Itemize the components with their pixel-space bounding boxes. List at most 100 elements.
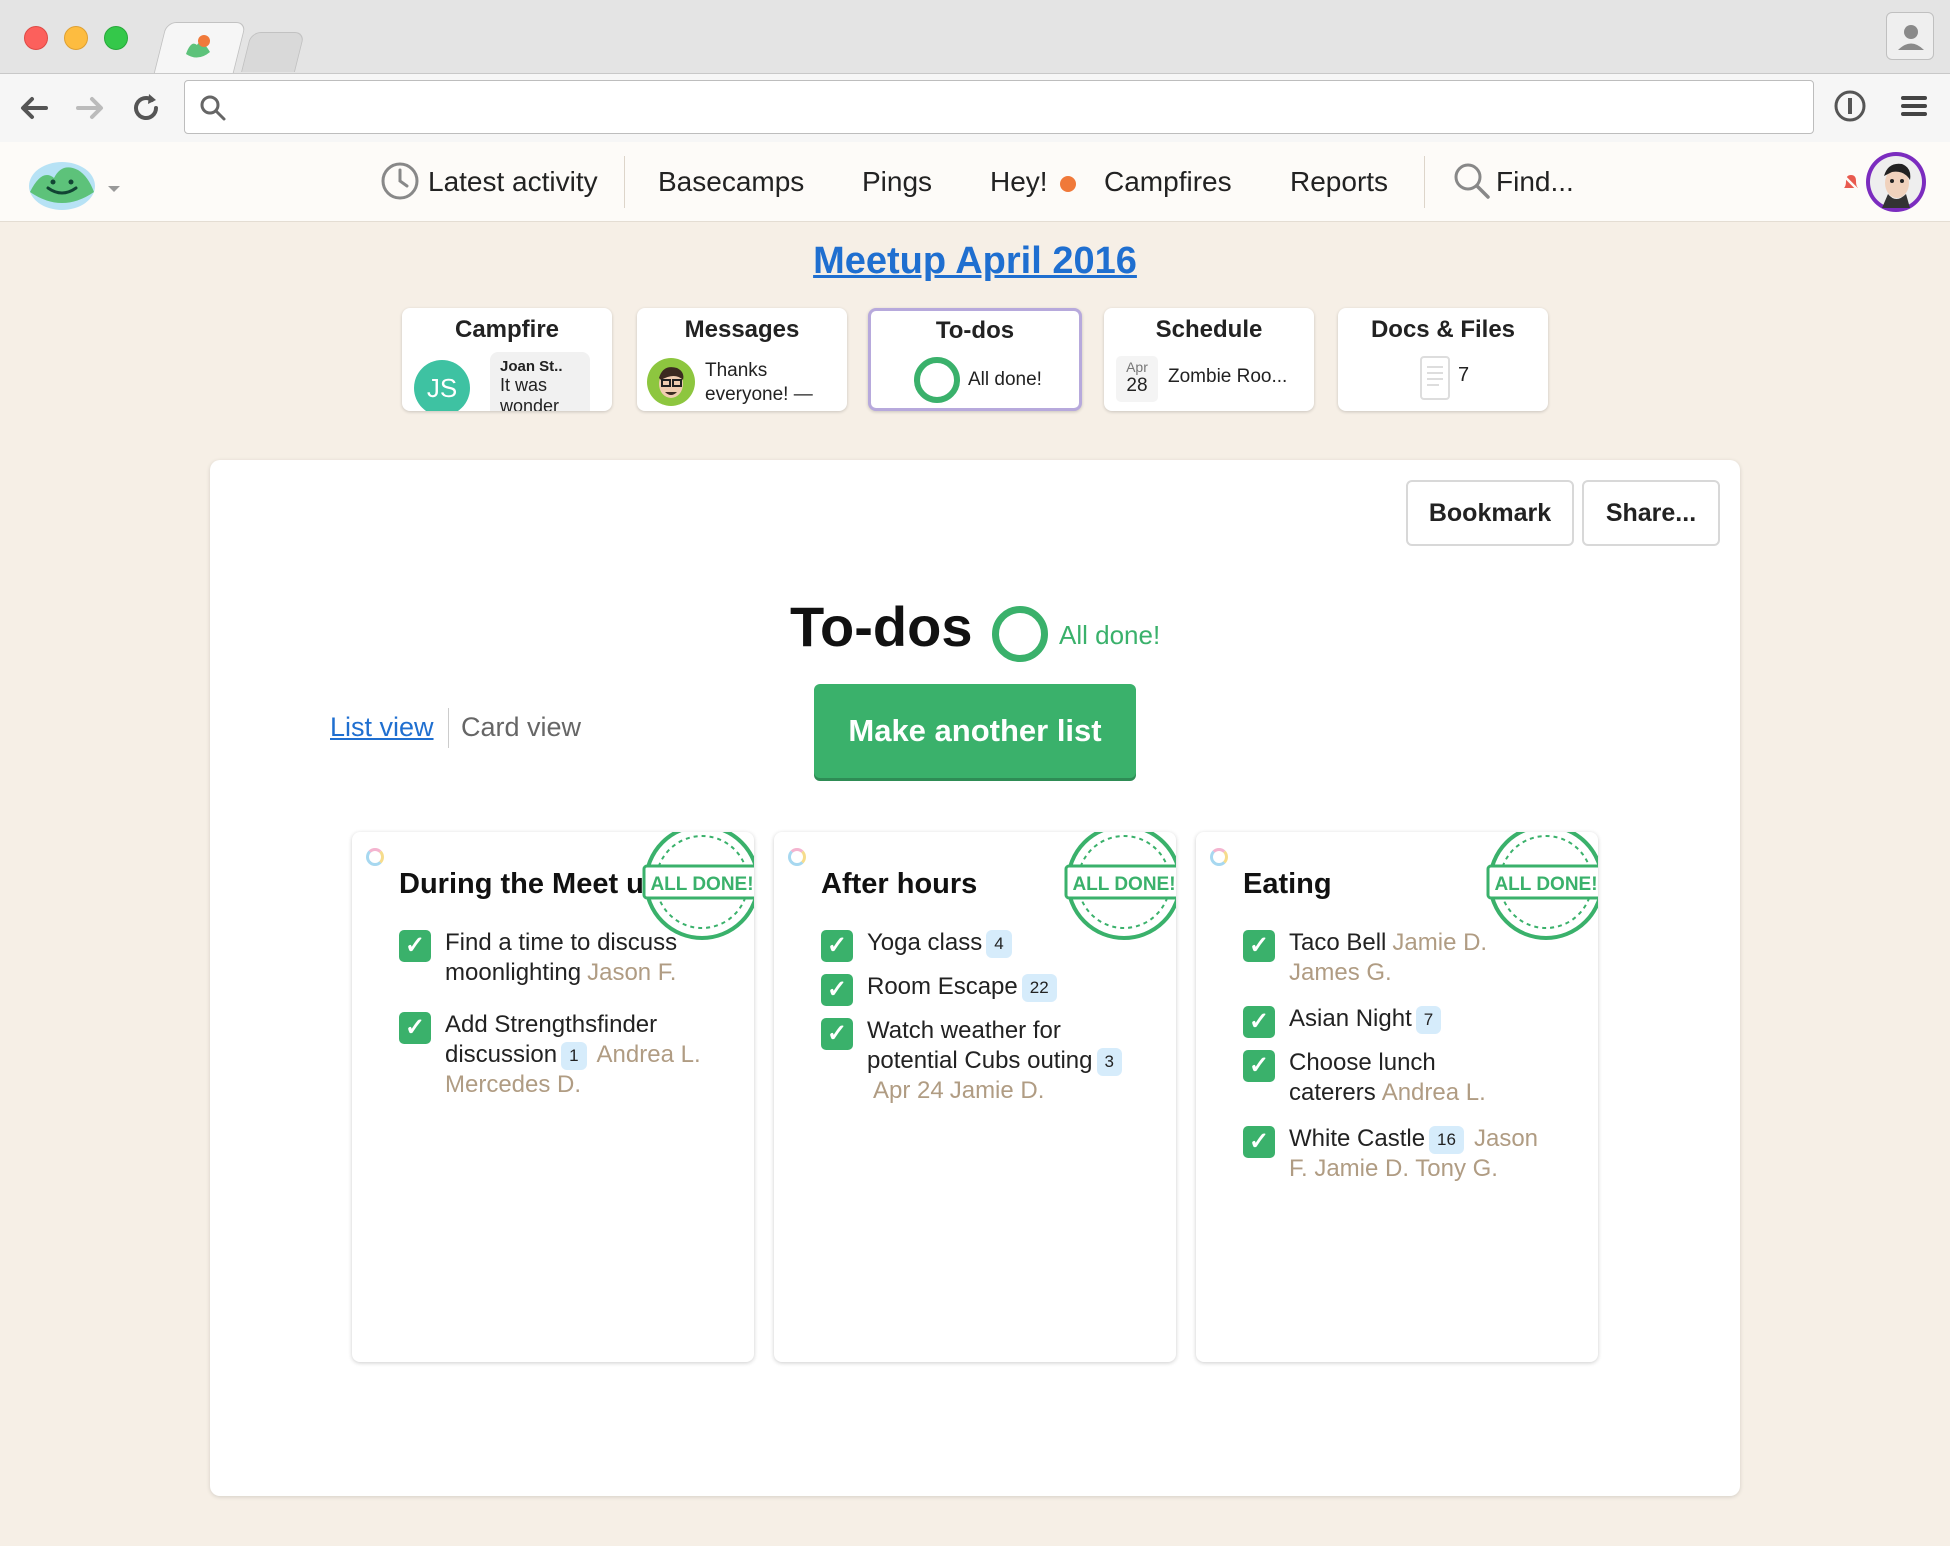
campfire-line: wonder <box>500 396 560 411</box>
todos-status: All done! <box>1059 620 1161 650</box>
checkbox-checked-icon[interactable]: ✓ <box>399 930 431 962</box>
close-window-button[interactable] <box>24 26 48 50</box>
todo-list-title[interactable]: Eating <box>1243 868 1332 901</box>
todo-item[interactable]: ✓ Asian Night 7 <box>1243 1004 1563 1038</box>
todo-list-card[interactable]: Eating ALL DONE! ✓ Taco Bell Jamie D. Jame… <box>1196 832 1598 1362</box>
nav-latest-activity-label: Latest activity <box>428 166 598 197</box>
todo-assignees: Jason F. <box>587 959 677 986</box>
tool-card-messages[interactable]: Messages Thanks everyone! — <box>637 308 847 411</box>
checkbox-checked-icon[interactable]: ✓ <box>821 1018 853 1050</box>
checkbox-checked-icon[interactable]: ✓ <box>1243 1050 1275 1082</box>
card-view-link[interactable]: Card view <box>461 712 581 743</box>
nav-hey[interactable]: Hey! <box>990 142 1076 222</box>
checkbox-checked-icon[interactable]: ✓ <box>1243 930 1275 962</box>
reload-button[interactable] <box>128 90 164 126</box>
project-title-link[interactable]: Meetup April 2016 <box>0 240 1950 283</box>
comment-count-badge[interactable]: 4 <box>986 929 1012 958</box>
progress-ring-icon <box>366 848 384 866</box>
docs-count: 7 <box>1458 364 1470 386</box>
tool-card-title: To-dos <box>935 317 1015 344</box>
search-icon <box>200 95 226 121</box>
list-view-link[interactable]: List view <box>330 712 434 743</box>
arrow-right-icon <box>76 97 103 119</box>
bookmark-button[interactable]: Bookmark <box>1406 480 1574 546</box>
schedule-event: Zombie Roo... <box>1168 366 1288 387</box>
todo-item[interactable]: ✓ Taco Bell Jamie D. James G. <box>1243 928 1563 988</box>
todo-list-title[interactable]: During the Meet up <box>399 868 662 901</box>
tool-card-title: Schedule <box>1155 316 1263 343</box>
comment-count-badge[interactable]: 3 <box>1096 1047 1122 1076</box>
tool-card-campfire[interactable]: Campfire JS Joan St.. It was wonder <box>402 308 612 411</box>
campfire-line: It was <box>500 375 548 395</box>
tool-card-todos[interactable]: To-dos All done! <box>868 308 1082 411</box>
todo-items: ✓ Taco Bell Jamie D. James G. ✓ Asian Night… <box>1243 928 1563 1206</box>
todo-item[interactable]: ✓ Watch weather for potential Cubs outing… <box>821 1016 1141 1106</box>
back-button[interactable] <box>16 90 52 126</box>
comment-count-badge[interactable]: 7 <box>1415 1005 1442 1034</box>
nav-campfires[interactable]: Campfires <box>1104 142 1232 222</box>
nav-divider <box>1424 156 1425 208</box>
tool-card-docs-files[interactable]: Docs & Files 7 <box>1338 308 1548 411</box>
nav-latest-activity[interactable]: Latest activity <box>380 142 598 222</box>
checkbox-checked-icon[interactable]: ✓ <box>399 1012 431 1044</box>
campfire-preview-bubble: Joan St.. It was wonder <box>490 352 590 411</box>
minimize-window-button[interactable] <box>64 26 88 50</box>
todo-item[interactable]: ✓ Yoga class 4 <box>821 928 1141 962</box>
password-manager-button[interactable] <box>1832 88 1868 124</box>
arrow-left-icon <box>21 97 48 119</box>
nav-pings[interactable]: Pings <box>862 142 932 222</box>
checkbox-checked-icon[interactable]: ✓ <box>1243 1126 1275 1158</box>
address-bar[interactable] <box>184 80 1814 134</box>
todo-item[interactable]: ✓ White Castle 16 Jason F. Jamie D. Tony G. <box>1243 1124 1563 1184</box>
todo-item[interactable]: ✓ Room Escape 22 <box>821 972 1141 1006</box>
basecamp-favicon-icon <box>186 35 210 58</box>
forward-button[interactable] <box>72 90 108 126</box>
todo-item-text: Watch weather for potential Cubs outing <box>867 1017 1093 1074</box>
nav-find[interactable]: Find... <box>1452 142 1574 222</box>
comment-count-badge[interactable]: 1 <box>561 1041 587 1070</box>
todo-assignees: Andrea L. <box>1381 1079 1486 1106</box>
avatar: JS <box>414 360 470 411</box>
todo-items: ✓ Yoga class 4 ✓ Room Escape 22 ✓ Watch weath… <box>821 928 1141 1128</box>
todos-status: All done! <box>968 369 1042 390</box>
profile-button[interactable] <box>1886 12 1934 60</box>
comment-count-badge[interactable]: 16 <box>1429 1125 1464 1154</box>
todo-list-title[interactable]: After hours <box>821 868 977 901</box>
comment-count-badge[interactable]: 22 <box>1021 973 1057 1002</box>
nav-basecamps[interactable]: Basecamps <box>658 142 804 222</box>
tool-card-schedule[interactable]: Schedule Apr 28 Zombie Roo... <box>1104 308 1314 411</box>
app-navigation: Latest activity Basecamps Pings Hey! Cam… <box>0 142 1950 222</box>
nav-reports[interactable]: Reports <box>1290 142 1388 222</box>
todo-item-text: Room Escape <box>867 973 1018 1000</box>
message-preview-line: Thanks <box>705 360 768 381</box>
browser-menu-button[interactable] <box>1896 88 1932 124</box>
checkbox-checked-icon[interactable]: ✓ <box>1243 1006 1275 1038</box>
todo-list-card[interactable]: After hours ALL DONE! ✓ Yoga class 4 ✓ Room… <box>774 832 1176 1362</box>
password-icon <box>1834 90 1866 122</box>
todo-item-text: White Castle <box>1289 1125 1426 1152</box>
checkbox-checked-icon[interactable]: ✓ <box>821 930 853 962</box>
all-done-stamp-icon: ALL DONE! <box>1064 832 1176 940</box>
notifications-muted-icon[interactable] <box>1840 172 1862 194</box>
todo-item[interactable]: ✓ Find a time to discuss moonlighting Jaso… <box>399 928 719 988</box>
make-another-list-button[interactable]: Make another list <box>814 684 1136 778</box>
share-button[interactable]: Share... <box>1582 480 1720 546</box>
calendar-month: Apr <box>1126 359 1148 375</box>
calendar-date-badge: Apr 28 <box>1116 356 1158 402</box>
page-title: To-dos <box>790 595 973 658</box>
todo-item[interactable]: ✓ Choose lunch caterers Andrea L. <box>1243 1048 1563 1108</box>
nav-hey-label: Hey! <box>990 166 1048 197</box>
campfire-author: Joan St.. <box>500 358 563 375</box>
all-done-stamp-icon: ALL DONE! <box>1486 832 1598 940</box>
home-logo-button[interactable] <box>26 152 126 212</box>
tool-card-title: Messages <box>684 316 800 343</box>
todo-list-card[interactable]: During the Meet up ALL DONE! ✓ Find a tim… <box>352 832 754 1362</box>
todo-item[interactable]: ✓ Add Strengthsfinder discussion 1 Andrea L… <box>399 1010 719 1100</box>
user-avatar[interactable] <box>1866 152 1926 212</box>
chevron-down-icon <box>108 186 120 192</box>
reload-icon <box>134 94 158 120</box>
checkbox-checked-icon[interactable]: ✓ <box>821 974 853 1006</box>
stamp-label: ALL DONE! <box>1072 874 1175 895</box>
browser-tab-new[interactable] <box>241 32 305 72</box>
zoom-window-button[interactable] <box>104 26 128 50</box>
